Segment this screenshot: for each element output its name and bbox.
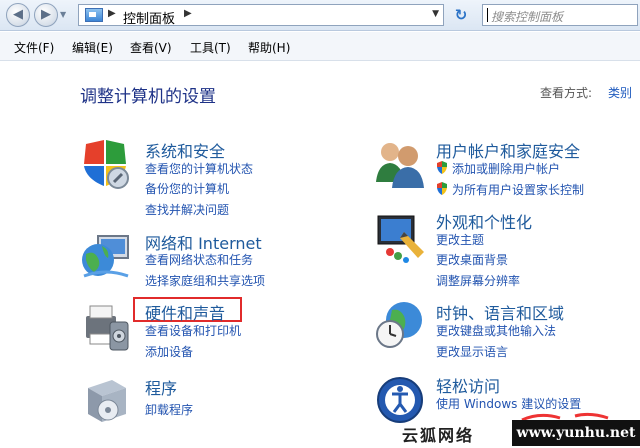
breadcrumb-separator-icon[interactable]: ▶	[184, 8, 192, 19]
system-security-shield-icon	[84, 140, 129, 189]
user-accounts-icon	[376, 143, 424, 188]
link-parental-controls[interactable]: 为所有用户设置家长控制	[452, 181, 584, 198]
network-globe-icon	[82, 235, 129, 278]
refresh-icon: ↻	[454, 6, 468, 24]
ease-of-access-icon	[377, 377, 423, 423]
recent-pages-dropdown[interactable]: ▼	[60, 9, 70, 21]
appearance-monitor-icon	[377, 215, 424, 263]
menu-help[interactable]: 帮助(H)	[248, 39, 290, 56]
category-hardware-sound[interactable]: 硬件和声音	[145, 300, 225, 324]
view-by-dropdown[interactable]: 类别	[608, 84, 632, 101]
text-cursor	[487, 8, 488, 22]
link-view-network-status[interactable]: 查看网络状态和任务	[145, 251, 253, 268]
category-clock-region[interactable]: 时钟、语言和区域	[436, 300, 564, 324]
back-arrow-icon: ◀	[13, 7, 23, 22]
control-panel-icon	[85, 8, 103, 22]
link-change-keyboard-input[interactable]: 更改键盘或其他输入法	[436, 322, 556, 339]
link-change-desktop-background[interactable]: 更改桌面背景	[436, 251, 508, 268]
back-button[interactable]: ◀	[6, 3, 30, 27]
search-input[interactable]: 搜索控制面板	[482, 4, 638, 26]
link-view-computer-status[interactable]: 查看您的计算机状态	[145, 160, 253, 177]
search-placeholder: 搜索控制面板	[491, 10, 564, 24]
menu-tools[interactable]: 工具(T)	[190, 39, 231, 56]
view-by-label: 查看方式:	[540, 86, 593, 100]
link-screen-resolution[interactable]: 调整屏幕分辨率	[436, 272, 520, 289]
link-backup-computer[interactable]: 备份您的计算机	[145, 180, 229, 197]
forward-arrow-icon: ▶	[41, 7, 51, 22]
uac-shield-icon	[437, 182, 447, 195]
category-programs[interactable]: 程序	[145, 375, 177, 399]
address-box[interactable]: ▶ 控制面板 ▶ ▼	[78, 4, 444, 27]
address-toolbar: ◀ ▶ ▼ ▶ 控制面板 ▶ ▼ ↻ 搜索控制面板	[0, 0, 640, 31]
printer-hardware-icon	[86, 305, 129, 351]
link-add-device[interactable]: 添加设备	[145, 343, 193, 360]
menu-edit[interactable]: 编辑(E)	[72, 39, 113, 56]
refresh-button[interactable]: ↻	[450, 4, 472, 26]
breadcrumb-control-panel[interactable]: 控制面板	[123, 8, 175, 27]
link-change-theme[interactable]: 更改主题	[436, 231, 484, 248]
watermark-text: 云狐网络	[402, 426, 475, 445]
category-appearance[interactable]: 外观和个性化	[436, 209, 532, 233]
clock-globe-icon	[376, 302, 422, 348]
menu-bar: 文件(F) 编辑(E) 查看(V) 工具(T) 帮助(H)	[0, 32, 640, 61]
address-dropdown-icon[interactable]: ▼	[432, 9, 439, 19]
category-ease-of-access[interactable]: 轻松访问	[436, 373, 500, 397]
link-homegroup-sharing[interactable]: 选择家庭组和共享选项	[145, 272, 265, 289]
link-add-remove-accounts[interactable]: 添加或删除用户帐户	[452, 160, 560, 177]
uac-shield-icon	[437, 161, 447, 174]
menu-view[interactable]: 查看(V)	[130, 39, 172, 56]
programs-box-icon	[88, 380, 126, 422]
watermark-url: www.yunhu.net	[512, 420, 640, 446]
page-title: 调整计算机的设置	[80, 87, 216, 107]
link-change-display-language[interactable]: 更改显示语言	[436, 343, 508, 360]
menu-file[interactable]: 文件(F)	[14, 39, 54, 56]
link-uninstall-program[interactable]: 卸载程序	[145, 401, 193, 418]
forward-button[interactable]: ▶	[34, 3, 58, 27]
link-find-fix-problems[interactable]: 查找并解决问题	[145, 201, 229, 218]
breadcrumb-separator-icon[interactable]: ▶	[108, 8, 116, 19]
link-devices-printers[interactable]: 查看设备和打印机	[145, 322, 241, 339]
category-system-security[interactable]: 系统和安全	[145, 138, 225, 162]
category-user-accounts[interactable]: 用户帐户和家庭安全	[436, 138, 580, 162]
